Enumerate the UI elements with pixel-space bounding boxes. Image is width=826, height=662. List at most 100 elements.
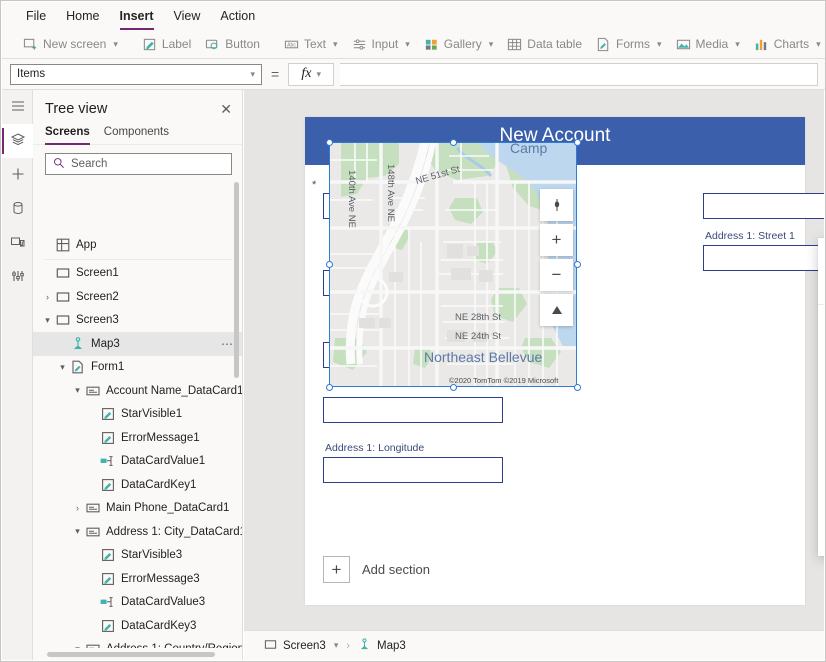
tree-item-datacardkey1[interactable]: DataCardKey1: [33, 473, 242, 497]
tree-item-main-phone-datacard1[interactable]: ›Main Phone_DataCard1: [33, 497, 242, 521]
chevron-down-icon[interactable]: ▾: [71, 385, 84, 396]
menu-item-action[interactable]: Action: [210, 6, 265, 26]
tab-components[interactable]: Components: [104, 123, 169, 144]
tree-item-screen2[interactable]: ›Screen2: [33, 285, 242, 309]
resize-handle-nw[interactable]: [326, 139, 333, 146]
menu-bar: File Home Insert View Action: [2, 2, 826, 30]
tree-item-form1[interactable]: ▾Form1: [33, 356, 242, 380]
map-street-label: NE 28th St: [455, 312, 501, 323]
screen3-preview[interactable]: New Account * Address 1: Longitude Addre…: [305, 117, 805, 605]
ribbon-new-screen-button[interactable]: New screen ▾: [16, 35, 125, 54]
menu-item-home[interactable]: Home: [56, 6, 109, 26]
app-canvas[interactable]: New Account * Address 1: Longitude Addre…: [244, 90, 824, 630]
rail-data-button[interactable]: [2, 192, 33, 226]
formula-input[interactable]: [340, 63, 818, 86]
ribbon-media-button[interactable]: Media ▾: [669, 35, 747, 54]
overflow-menu-icon[interactable]: ⋯: [221, 338, 234, 350]
tree-item-starvisible3[interactable]: StarVisible3: [33, 544, 242, 568]
map-compass-control[interactable]: [540, 189, 573, 221]
form-field-longitude-input[interactable]: [323, 457, 503, 483]
resize-handle-e[interactable]: [574, 261, 581, 268]
tree-vertical-scrollbar[interactable]: [234, 182, 239, 378]
map3-control[interactable]: 140th Ave NE 148th Ave NE NE 51st St NE …: [329, 142, 577, 387]
tree-item-label: ErrorMessage1: [121, 432, 200, 444]
ribbon-forms-button[interactable]: Forms ▾: [589, 35, 669, 54]
tree-search-input[interactable]: Search: [45, 153, 232, 175]
chevron-right-icon[interactable]: ›: [41, 292, 54, 302]
resize-handle-w[interactable]: [326, 261, 333, 268]
hamburger-menu-button[interactable]: [2, 90, 33, 124]
map-zoom-out-control[interactable]: −: [540, 259, 573, 291]
tree-item-label: DataCardValue3: [121, 596, 205, 608]
ribbon-text-button[interactable]: Abc Text ▾: [277, 35, 345, 54]
tree-item-errormessage1[interactable]: ErrorMessage1: [33, 426, 242, 450]
fx-button[interactable]: fx ▾: [288, 63, 334, 86]
chevron-down-icon[interactable]: ▾: [71, 526, 84, 537]
rail-tree-view-button[interactable]: [2, 124, 33, 158]
tree-item-datacardvalue3[interactable]: DataCardValue3: [33, 591, 242, 615]
menu-item-insert[interactable]: Insert: [110, 6, 164, 26]
resize-handle-s[interactable]: [450, 384, 457, 391]
label-ctl-icon: [99, 548, 116, 562]
tree-item-app[interactable]: App: [33, 233, 242, 257]
chevron-down-icon[interactable]: ▾: [41, 315, 54, 326]
map-pitch-control[interactable]: [540, 294, 573, 326]
resize-handle-n[interactable]: [450, 139, 457, 146]
tree-horizontal-scrollbar[interactable]: [47, 652, 215, 657]
rail-insert-button[interactable]: [2, 158, 33, 192]
data-source-item-colselectedaddress[interactable]: colSelectedAddressCollection: [818, 470, 824, 504]
resize-handle-se[interactable]: [574, 384, 581, 391]
tree-item-address-1-city-datacard1[interactable]: ▾Address 1: City_DataCard1: [33, 520, 242, 544]
datacard-icon: [84, 384, 101, 398]
tree-item-screen1[interactable]: Screen1: [33, 262, 242, 286]
tree-item-map3[interactable]: Map3⋯: [33, 332, 242, 356]
tree-item-starvisible1[interactable]: StarVisible1: [33, 403, 242, 427]
rail-advanced-button[interactable]: [2, 260, 33, 294]
group-tables[interactable]: › Tables ⋯: [818, 503, 824, 533]
data-source-item-activities[interactable]: ActivitiesMicrosoft Dataverse - Current …: [818, 380, 824, 425]
rail-media-button[interactable]: [2, 226, 33, 260]
group-connectors[interactable]: › Connectors ⋯: [818, 533, 824, 563]
label-icon: [142, 37, 157, 52]
ribbon-label-button[interactable]: Label: [135, 35, 198, 54]
form-field-box[interactable]: [323, 397, 503, 423]
ribbon-gallery-button[interactable]: Gallery ▾: [417, 35, 501, 54]
ribbon-button-button[interactable]: Button: [198, 35, 267, 54]
breadcrumb-screen[interactable]: Screen3 ▾: [258, 636, 344, 656]
tree-item-errormessage3[interactable]: ErrorMessage3: [33, 567, 242, 591]
tree-item-list[interactable]: App Screen1›Screen2▾Screen3Map3⋯▾Form1▾Ac…: [33, 233, 242, 648]
tree-item-label: StarVisible3: [121, 549, 182, 561]
form-field-box[interactable]: [703, 193, 824, 219]
form-field-box[interactable]: [703, 245, 824, 271]
tree-item-datacardvalue1[interactable]: DataCardValue1: [33, 450, 242, 474]
resize-handle-ne[interactable]: [574, 139, 581, 146]
tree-item-label: DataCardValue1: [121, 455, 205, 467]
tree-item-account-name-datacard1[interactable]: ▾Account Name_DataCard1: [33, 379, 242, 403]
data-source-item-accounts[interactable]: AccountsMicrosoft Dataverse - Current en…: [818, 335, 824, 380]
insert-ribbon: New screen ▾ Label Button Abc Text ▾: [2, 30, 826, 59]
add-section-button[interactable]: + Add section: [323, 556, 430, 583]
data-source-list: ▾ In your app AccountsMicrosoft Datavers…: [818, 304, 824, 563]
property-selector[interactable]: Items ▾: [10, 64, 262, 85]
ribbon-data-table-button[interactable]: Data table: [500, 35, 589, 54]
chevron-right-icon[interactable]: ›: [71, 503, 84, 513]
breadcrumb-control[interactable]: Map3: [352, 636, 412, 656]
tab-screens[interactable]: Screens: [45, 123, 90, 144]
close-icon[interactable]: ✕: [220, 102, 232, 116]
status-bar: Screen3 ▾ › Map3: [244, 630, 824, 660]
data-source-item-organizations[interactable]: OrganizationsMicrosoft Dataverse - Curre…: [818, 425, 824, 470]
form-icon: [69, 360, 86, 374]
menu-item-view[interactable]: View: [164, 6, 211, 26]
select-data-source-panel[interactable]: Select a data source ✕ Search ▾ In your …: [818, 238, 824, 556]
ribbon-input-button[interactable]: Input ▾: [345, 35, 417, 54]
chevron-down-icon[interactable]: ▾: [56, 362, 69, 373]
resize-handle-sw[interactable]: [326, 384, 333, 391]
group-in-your-app[interactable]: ▾ In your app: [818, 311, 824, 335]
tree-item-datacardkey3[interactable]: DataCardKey3: [33, 614, 242, 638]
tree-item-address-1-country-region-datacard1[interactable]: ▾Address 1: Country/Region_DataCard1: [33, 638, 242, 649]
ribbon-charts-button[interactable]: Charts ▾: [747, 35, 826, 54]
tree-item-screen3[interactable]: ▾Screen3: [33, 309, 242, 333]
chevron-down-icon[interactable]: ▾: [71, 644, 84, 648]
menu-item-file[interactable]: File: [16, 6, 56, 26]
map-zoom-in-control[interactable]: +: [540, 224, 573, 256]
